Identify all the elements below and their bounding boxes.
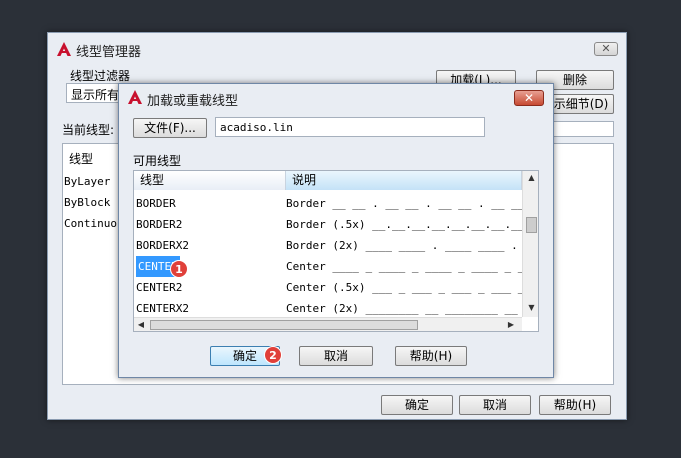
scroll-thumb[interactable] — [526, 217, 537, 233]
list-item[interactable]: ByLayer — [64, 175, 110, 188]
current-linetype-field — [548, 121, 614, 137]
load-dialog-title: 加载或重载线型 — [147, 94, 239, 109]
linetype-rows: BORDER Border __ __ . __ __ . __ __ . __… — [134, 193, 538, 319]
table-row[interactable]: BORDER Border __ __ . __ __ . __ __ . __… — [134, 193, 538, 214]
step-2-badge: 2 — [264, 346, 282, 364]
manager-close-button[interactable]: ✕ — [594, 42, 618, 56]
table-row-selected[interactable]: CENTER Center ____ _ ____ _ ____ _ ____ … — [134, 256, 538, 277]
autocad-logo-icon — [57, 42, 71, 56]
load-help-button[interactable]: 帮助(H) — [395, 346, 467, 366]
table-row[interactable]: CENTERX2 Center (2x) ________ __ _______… — [134, 298, 522, 319]
load-linetypes-dialog: 加载或重载线型 ✕ 文件(F)... acadiso.lin 可用线型 线型 说… — [118, 83, 554, 378]
filter-value: 显示所有 — [71, 88, 120, 102]
filter-label: 线型过滤器 — [70, 69, 131, 83]
scroll-up-icon[interactable]: ▲ — [523, 171, 538, 185]
load-cancel-button[interactable]: 取消 — [299, 346, 373, 366]
table-row[interactable]: BORDERX2 Border (2x) ____ ____ . ____ __… — [134, 235, 522, 256]
table-row[interactable]: BORDER2 Border (.5x) __.__.__.__.__.__._… — [134, 214, 531, 235]
vertical-scrollbar[interactable]: ▲ ▼ — [522, 171, 538, 317]
scroll-down-icon[interactable]: ▼ — [523, 301, 538, 315]
manager-title: 线型管理器 — [76, 45, 142, 60]
current-linetype-label: 当前线型: — [62, 123, 115, 137]
manager-cancel-button[interactable]: 取消 — [459, 395, 531, 415]
column-header-description[interactable]: 说明 — [286, 171, 522, 190]
column-header-linetype[interactable]: 线型 — [134, 171, 286, 190]
manager-help-button[interactable]: 帮助(H) — [539, 395, 611, 415]
available-linetypes-list[interactable]: 线型 说明 BORDER Border __ __ . __ __ . __ _… — [133, 170, 539, 332]
load-dialog-close-button[interactable]: ✕ — [514, 90, 544, 106]
linetype-list-header: 线型 — [69, 152, 94, 166]
manager-ok-button[interactable]: 确定 — [381, 395, 453, 415]
scroll-right-icon[interactable]: ▶ — [504, 318, 518, 331]
list-item[interactable]: ByBlock — [64, 196, 110, 209]
horizontal-scrollbar[interactable]: ◀ ▶ — [134, 317, 522, 331]
available-linetypes-label: 可用线型 — [133, 154, 182, 168]
file-button[interactable]: 文件(F)... — [133, 118, 207, 138]
file-name-value: acadiso.lin — [220, 121, 293, 134]
step-1-badge: 1 — [170, 260, 188, 278]
file-name-field[interactable]: acadiso.lin — [215, 117, 485, 137]
hscroll-thumb[interactable] — [150, 320, 418, 330]
scroll-left-icon[interactable]: ◀ — [134, 318, 148, 331]
table-row[interactable]: CENTER2 Center (.5x) ___ _ ___ _ ___ _ _… — [134, 277, 538, 298]
autocad-logo-icon — [128, 90, 142, 104]
